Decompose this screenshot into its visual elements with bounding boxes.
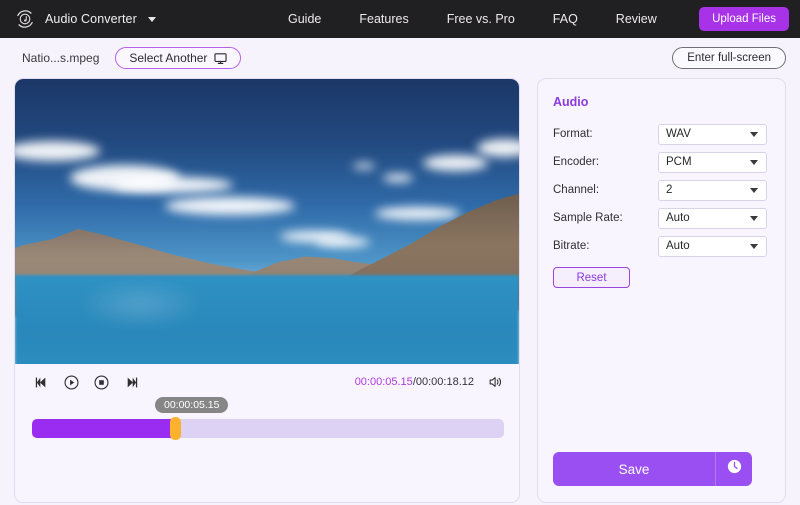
- player-controls: 00:00:05.15/00:00:18.12: [15, 367, 519, 397]
- current-filename: Natio...s.mpeg: [22, 51, 100, 65]
- sample-rate-select[interactable]: Auto: [658, 207, 767, 229]
- chevron-down-icon: [750, 243, 758, 249]
- cloud: [353, 163, 375, 169]
- brand-name: Audio Converter: [45, 12, 137, 26]
- time-readout: 00:00:05.15/00:00:18.12: [355, 373, 505, 391]
- bitrate-label: Bitrate:: [553, 240, 590, 252]
- top-navigation-bar: Audio Converter Guide Features Free vs. …: [0, 0, 800, 38]
- bitrate-value: Auto: [666, 240, 690, 252]
- cloud: [423, 155, 488, 171]
- nav-item-faq[interactable]: FAQ: [553, 12, 578, 26]
- encoder-value: PCM: [666, 156, 692, 168]
- save-button[interactable]: Save: [553, 452, 715, 486]
- setting-row-encoder: Encoder: PCM: [553, 151, 767, 173]
- chevron-down-icon: [750, 215, 758, 221]
- channel-select[interactable]: 2: [658, 179, 767, 201]
- chevron-down-icon: [750, 187, 758, 193]
- seek-handle[interactable]: [169, 417, 181, 440]
- total-time: 00:00:18.12: [415, 376, 474, 388]
- upload-files-button[interactable]: Upload Files: [699, 7, 789, 31]
- chevron-down-icon[interactable]: [147, 16, 156, 22]
- format-select[interactable]: WAV: [658, 123, 767, 145]
- player-panel: 00:00:05.15/00:00:18.12 00:00:05.15: [14, 78, 520, 503]
- chevron-down-icon: [750, 131, 758, 137]
- enter-fullscreen-button[interactable]: Enter full-screen: [672, 47, 786, 69]
- brand-home-link[interactable]: Audio Converter: [14, 8, 156, 30]
- nav-item-free-vs-pro[interactable]: Free vs. Pro: [447, 12, 515, 26]
- video-preview[interactable]: [15, 79, 519, 364]
- nav-item-review[interactable]: Review: [616, 12, 657, 26]
- format-value: WAV: [666, 128, 691, 140]
- cloud: [375, 207, 460, 220]
- cloud: [383, 174, 413, 182]
- sample-rate-label: Sample Rate:: [553, 212, 623, 224]
- seek-bar[interactable]: [32, 417, 504, 440]
- select-another-button[interactable]: Select Another: [115, 47, 242, 69]
- previous-track-icon[interactable]: [32, 373, 51, 392]
- nav-item-guide[interactable]: Guide: [288, 12, 321, 26]
- clock-icon: [726, 458, 743, 480]
- encoder-select[interactable]: PCM: [658, 151, 767, 173]
- settings-panel: Audio Format: WAV Encoder: PCM Channel: …: [537, 78, 786, 503]
- conversion-history-button[interactable]: [715, 452, 752, 486]
- audio-convert-circle-icon: [14, 8, 36, 30]
- file-toolbar: Natio...s.mpeg Select Another Enter full…: [0, 38, 800, 78]
- sample-rate-value: Auto: [666, 212, 690, 224]
- time-display: 00:00:05.15/00:00:18.12: [355, 376, 474, 388]
- current-time: 00:00:05.15: [354, 376, 413, 388]
- stop-circle-icon[interactable]: [92, 373, 111, 392]
- lake-shimmer: [75, 279, 205, 329]
- next-track-icon[interactable]: [122, 373, 141, 392]
- monitor-icon: [214, 52, 228, 65]
- setting-row-channel: Channel: 2: [553, 179, 767, 201]
- main-content: 00:00:05.15/00:00:18.12 00:00:05.15 Audi…: [0, 78, 800, 503]
- main-nav: Guide Features Free vs. Pro FAQ Review: [288, 0, 657, 38]
- format-label: Format:: [553, 128, 593, 140]
- select-another-label: Select Another: [129, 51, 208, 65]
- chevron-down-icon: [750, 159, 758, 165]
- setting-row-bitrate: Bitrate: Auto: [553, 235, 767, 257]
- save-action-group: Save: [553, 452, 752, 486]
- settings-section-title: Audio: [553, 95, 589, 109]
- setting-row-format: Format: WAV: [553, 123, 767, 145]
- play-circle-icon[interactable]: [62, 373, 81, 392]
- bitrate-select[interactable]: Auto: [658, 235, 767, 257]
- seek-fill: [32, 419, 175, 438]
- transport-controls: [32, 373, 141, 392]
- cloud: [315, 237, 370, 247]
- setting-row-sample-rate: Sample Rate: Auto: [553, 207, 767, 229]
- nav-item-features[interactable]: Features: [359, 12, 408, 26]
- cloud: [165, 197, 295, 215]
- reset-button[interactable]: Reset: [553, 267, 630, 288]
- volume-speaker-icon[interactable]: [487, 373, 505, 391]
- cloud: [113, 177, 233, 193]
- channel-label: Channel:: [553, 184, 600, 196]
- seek-tooltip: 00:00:05.15: [155, 397, 229, 413]
- channel-value: 2: [666, 184, 673, 196]
- encoder-label: Encoder:: [553, 156, 600, 168]
